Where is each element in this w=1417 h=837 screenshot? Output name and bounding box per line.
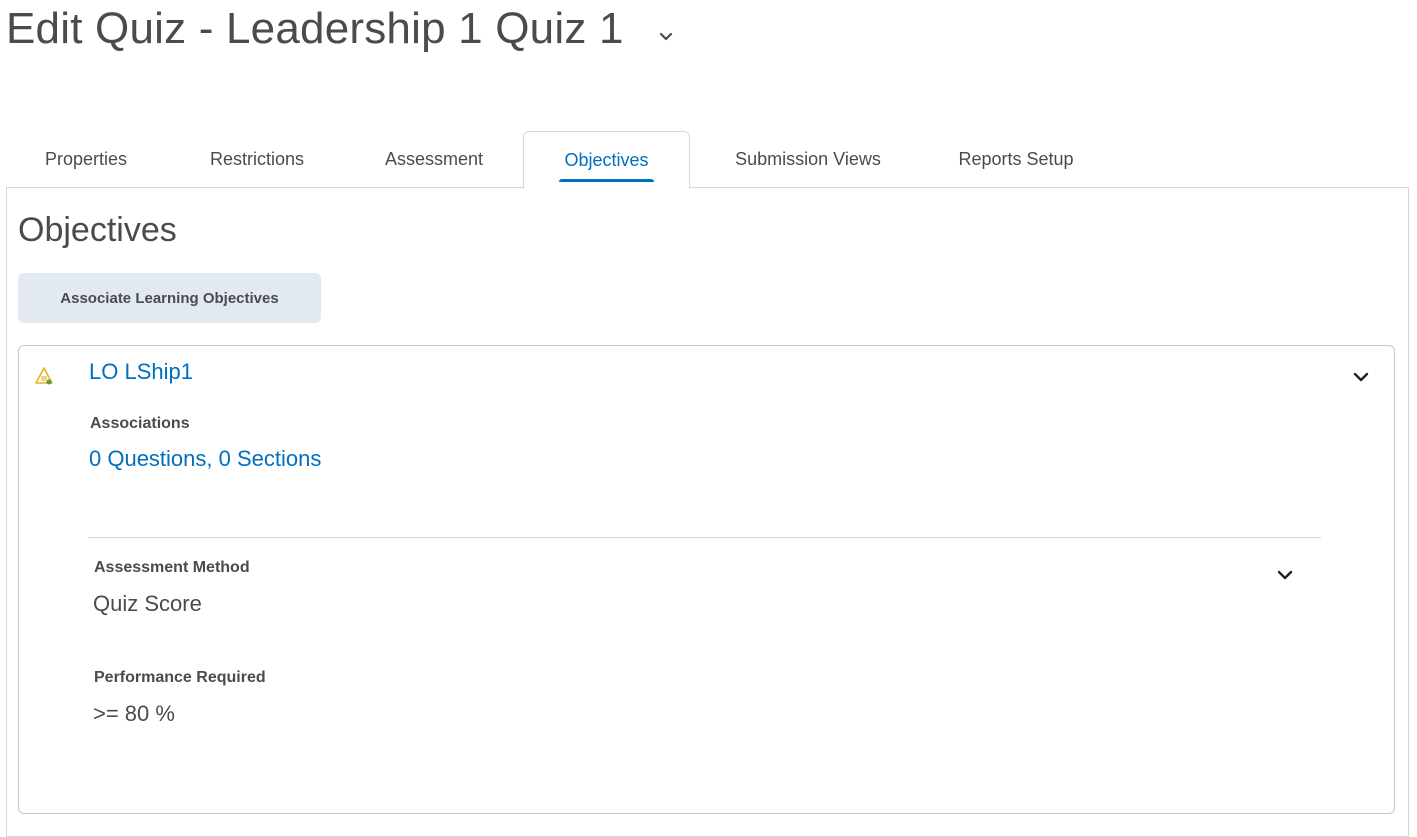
objective-name-link[interactable]: LO LShip1 [89,359,193,385]
tab-submission-views[interactable]: Submission Views [696,131,920,188]
tab-properties[interactable]: Properties [6,131,166,188]
associations-label: Associations [90,415,190,432]
tab-label: Assessment [384,149,484,169]
section-heading: Objectives [18,211,177,249]
performance-required-value: >= 80 % [93,701,175,726]
assessment-method-label: Assessment Method [94,559,250,576]
chevron-down-icon[interactable] [1276,566,1294,584]
tab-label: Objectives [564,150,649,170]
tab-label: Reports Setup [958,149,1074,169]
chevron-down-icon[interactable] [1352,368,1370,386]
tab-restrictions[interactable]: Restrictions [172,131,342,188]
tab-objectives[interactable]: Objectives [523,131,690,189]
tab-bar: Properties Restrictions Assessment Objec… [6,131,1409,189]
objective-card: LO LShip1 Associations 0 Questions, 0 Se… [18,345,1395,814]
chevron-down-icon[interactable] [658,28,674,44]
performance-required-label: Performance Required [94,669,266,686]
assessment-method-value: Quiz Score [93,591,202,616]
tab-label: Submission Views [735,149,881,169]
associations-link[interactable]: 0 Questions, 0 Sections [89,446,321,472]
tab-assessment[interactable]: Assessment [348,131,520,188]
divider [88,537,1321,538]
tab-reports-setup[interactable]: Reports Setup [924,131,1108,188]
active-tab-indicator [558,178,655,183]
tab-label: Properties [44,149,128,169]
page-title: Edit Quiz - Leadership 1 Quiz 1 [6,4,624,53]
associate-learning-objectives-button[interactable]: Associate Learning Objectives [18,273,321,323]
page-title-row: Edit Quiz - Leadership 1 Quiz 1 [6,0,674,58]
tab-label: Restrictions [209,149,305,169]
learning-objective-icon [34,366,54,386]
